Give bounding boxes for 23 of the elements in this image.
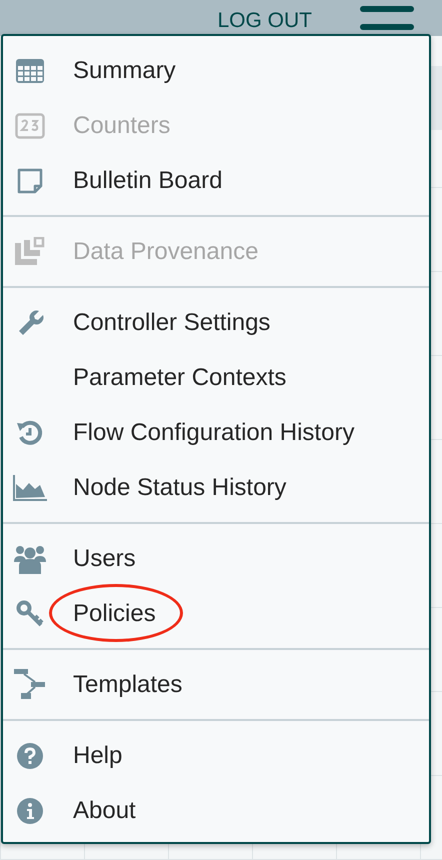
menu-item[interactable]: Summary <box>3 43 429 98</box>
note-icon <box>17 168 43 194</box>
area-chart-icon <box>13 474 47 500</box>
menu-item[interactable]: Help <box>3 728 429 783</box>
info-icon <box>17 798 43 824</box>
logout-link[interactable]: LOG OUT <box>217 9 312 33</box>
users-icon <box>14 544 46 574</box>
menu-item[interactable]: Controller Settings <box>3 295 429 350</box>
menu-item[interactable]: About <box>3 783 429 838</box>
menu-item[interactable]: Node Status History <box>3 460 429 515</box>
key-icon <box>16 600 44 628</box>
menu-item[interactable]: Parameter Contexts <box>3 350 429 405</box>
counter-icon <box>15 112 45 138</box>
menu-item[interactable]: Bulletin Board <box>3 153 429 208</box>
menu-item[interactable]: Flow Configuration History <box>3 405 429 460</box>
table-icon <box>16 58 44 82</box>
menu-item[interactable]: Policies <box>3 586 429 641</box>
menu-item[interactable]: Users <box>3 531 429 586</box>
stacked-squares-icon <box>15 236 45 266</box>
help-icon <box>17 742 43 768</box>
templates-icon <box>14 668 46 700</box>
menu-item[interactable]: Templates <box>3 657 429 712</box>
history-icon <box>17 420 43 446</box>
